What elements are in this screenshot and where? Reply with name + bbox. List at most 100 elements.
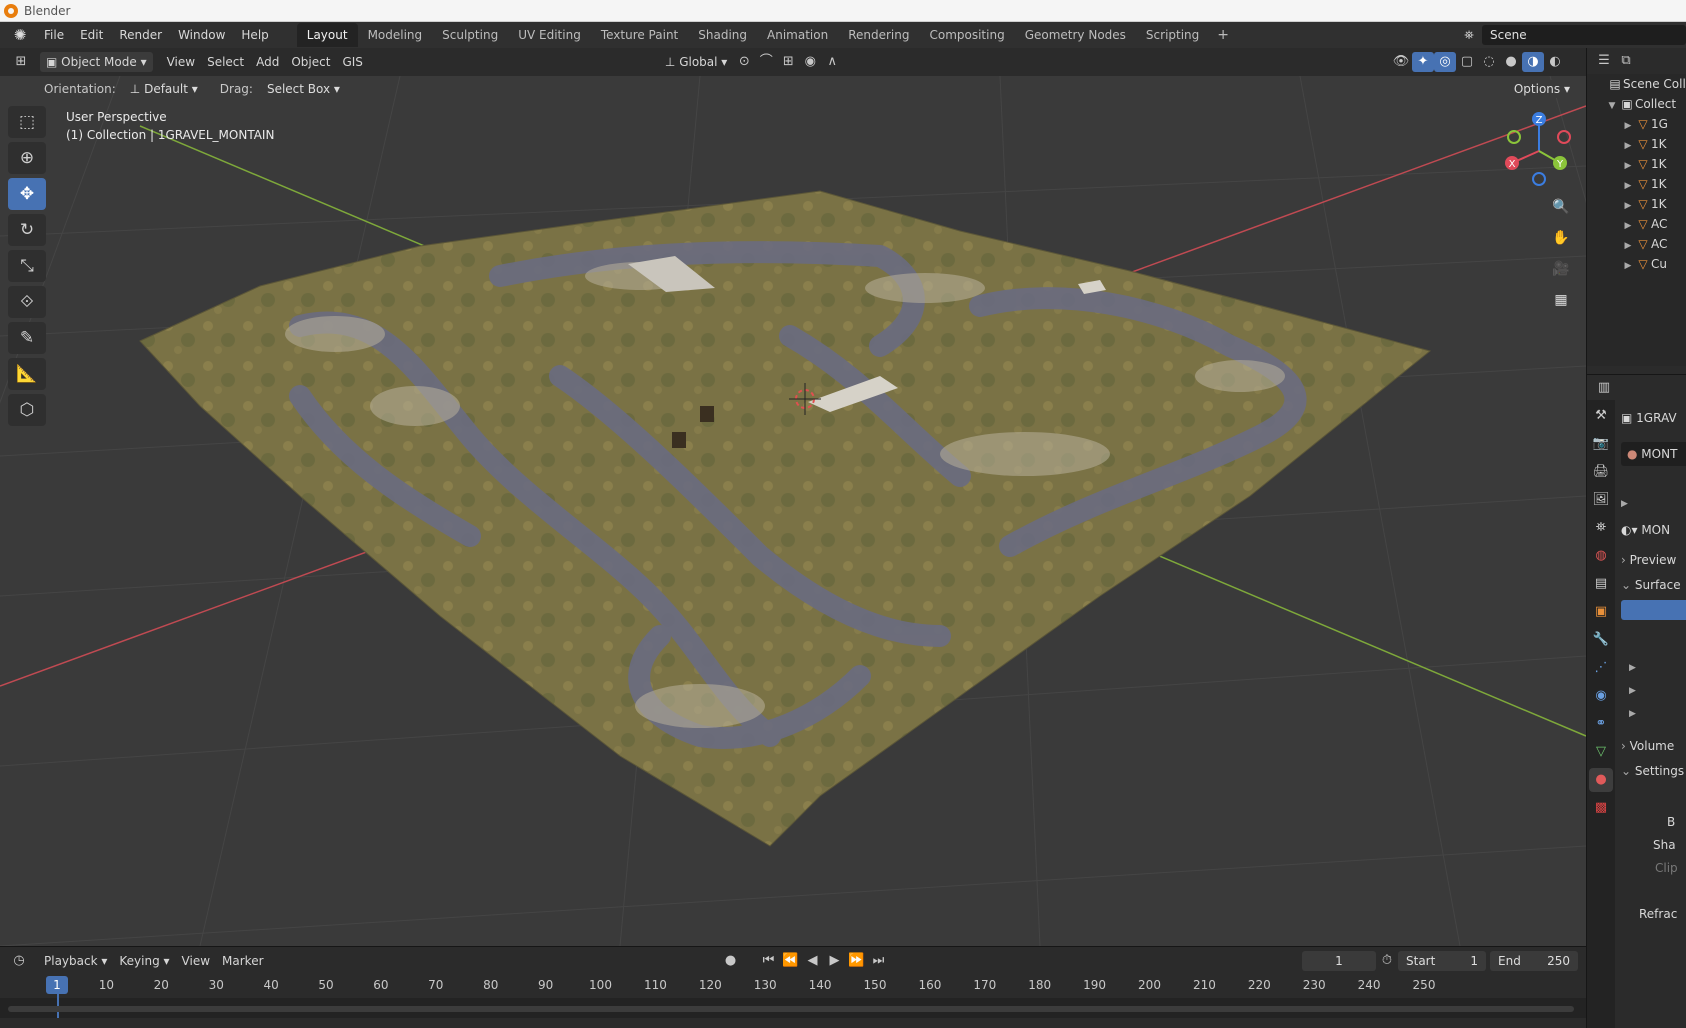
menu-file[interactable]: File xyxy=(36,24,72,46)
tab-compositing[interactable]: Compositing xyxy=(919,23,1014,47)
play-icon[interactable]: ▶ xyxy=(824,951,846,971)
panel-settings[interactable]: ⌄ Settings xyxy=(1621,759,1684,783)
cursor-tool-icon[interactable]: ⊕ xyxy=(8,142,46,174)
scene-tab-icon[interactable]: ⛯ xyxy=(1589,516,1613,540)
select-box-tool-icon[interactable]: ⬚ xyxy=(8,106,46,138)
material-shading-icon[interactable]: ◑ xyxy=(1522,52,1544,72)
frame-ruler[interactable]: 10 20 30 40 50 60 70 80 90 100 110 120 130 140 150 160 1… xyxy=(0,974,1586,998)
menu-gis[interactable]: GIS xyxy=(336,52,368,72)
rotate-tool-icon[interactable]: ↻ xyxy=(8,214,46,246)
snap-icon[interactable]: ⌒ xyxy=(755,52,777,72)
outliner-scene-collection[interactable]: ▤ Scene Coll xyxy=(1587,74,1686,94)
output-tab-icon[interactable]: 🖨 xyxy=(1589,460,1613,484)
slot-expand-icon[interactable]: ▶ xyxy=(1621,492,1628,516)
record-icon[interactable]: ● xyxy=(720,951,742,971)
timeline-editor-icon[interactable]: ◷ xyxy=(8,951,30,971)
physics-tab-icon[interactable]: ◉ xyxy=(1589,684,1613,708)
texture-tab-icon[interactable]: ▩ xyxy=(1589,796,1613,820)
scene-name-field[interactable]: Scene xyxy=(1482,25,1686,45)
pan-hand-icon[interactable]: ✋ xyxy=(1548,225,1574,251)
view-layer-tab-icon[interactable]: 🖼 xyxy=(1589,488,1613,512)
mode-dropdown[interactable]: ▣ Object Mode ▾ xyxy=(40,52,153,72)
expand-row-3-icon[interactable]: ▶ xyxy=(1629,702,1636,726)
falloff-icon[interactable]: ∧ xyxy=(821,52,843,72)
orientation-dropdown[interactable]: ⊥ Default ▾ xyxy=(121,80,206,98)
add-cube-tool-icon[interactable]: ⬡ xyxy=(8,394,46,426)
panel-preview[interactable]: › Preview xyxy=(1621,548,1676,572)
expand-icon[interactable]: ▶ xyxy=(1621,136,1635,156)
outliner-item[interactable]: ▶ ▽ 1K xyxy=(1587,174,1686,194)
gizmo-toggle-icon[interactable]: ✦ xyxy=(1412,52,1434,72)
tab-modeling[interactable]: Modeling xyxy=(358,23,433,47)
rendered-shading-icon[interactable]: ◐ xyxy=(1544,52,1566,72)
timeline[interactable]: 10 20 30 40 50 60 70 80 90 100 110 120 130 140 150 160 1… xyxy=(0,974,1586,1018)
menu-playback[interactable]: Playback ▾ xyxy=(38,951,113,971)
ortho-grid-icon[interactable]: ▦ xyxy=(1548,287,1574,313)
tab-texture-paint[interactable]: Texture Paint xyxy=(591,23,688,47)
outliner-item[interactable]: ▶ ▽ 1K xyxy=(1587,154,1686,174)
outliner-item[interactable]: ▶ ▽ 1K xyxy=(1587,194,1686,214)
expand-icon[interactable]: ▶ xyxy=(1621,196,1635,216)
properties-editor-icon[interactable]: ▥ xyxy=(1593,378,1615,398)
expand-icon[interactable]: ▶ xyxy=(1621,256,1635,276)
menu-object[interactable]: Object xyxy=(285,52,336,72)
stopwatch-icon[interactable]: ⏱ xyxy=(1376,951,1398,971)
options-dropdown[interactable]: Options ▾ xyxy=(1505,80,1578,98)
tab-animation[interactable]: Animation xyxy=(757,23,838,47)
xray-icon[interactable]: ▢ xyxy=(1456,52,1478,72)
material-slot-list[interactable]: ● MONT xyxy=(1621,442,1686,466)
outliner-item[interactable]: ▶ ▽ Cu xyxy=(1587,254,1686,274)
add-workspace-button[interactable]: + xyxy=(1209,27,1237,43)
modifier-tab-icon[interactable]: 🔧 xyxy=(1589,628,1613,652)
data-tab-icon[interactable]: ▽ xyxy=(1589,740,1613,764)
menu-timeline-view[interactable]: View xyxy=(176,951,216,971)
expand-row-1-icon[interactable]: ▶ xyxy=(1629,656,1636,680)
material-tab-icon[interactable]: ● xyxy=(1589,768,1613,792)
end-frame-field[interactable]: End 250 xyxy=(1490,950,1578,971)
zoom-icon[interactable]: 🔍 xyxy=(1548,194,1574,220)
expand-icon[interactable]: ▶ xyxy=(1621,216,1635,236)
jump-keyframe-forward-icon[interactable]: ⏩ xyxy=(846,951,868,971)
tab-uv-editing[interactable]: UV Editing xyxy=(508,23,591,47)
outliner-editor-icon[interactable]: ☰ xyxy=(1593,51,1615,71)
3d-viewport[interactable]: User Perspective (1) Collection | 1GRAVE… xyxy=(0,76,1586,946)
editor-type-icon[interactable]: ⊞ xyxy=(10,52,32,72)
outliner-item[interactable]: ▶ ▽ 1G xyxy=(1587,114,1686,134)
transform-orientation-dropdown[interactable]: ⊥ Global ▾ xyxy=(659,52,733,72)
snap-target-icon[interactable]: ⊞ xyxy=(777,52,799,72)
menu-edit[interactable]: Edit xyxy=(72,24,111,46)
tab-shading[interactable]: Shading xyxy=(688,23,757,47)
camera-view-icon[interactable]: 🎥 xyxy=(1548,256,1574,282)
outliner-collection[interactable]: ▼ ▣ Collect xyxy=(1587,94,1686,114)
render-tab-icon[interactable]: 📷 xyxy=(1589,432,1613,456)
tab-rendering[interactable]: Rendering xyxy=(838,23,919,47)
outliner-item[interactable]: ▶ ▽ AC xyxy=(1587,214,1686,234)
pivot-point-icon[interactable]: ⊙ xyxy=(733,52,755,72)
menu-add[interactable]: Add xyxy=(250,52,285,72)
proportional-edit-icon[interactable]: ◉ xyxy=(799,52,821,72)
transform-tool-icon[interactable]: ⟐ xyxy=(8,286,46,318)
start-frame-field[interactable]: Start 1 xyxy=(1398,950,1486,971)
menu-marker[interactable]: Marker xyxy=(216,951,269,971)
tab-geometry-nodes[interactable]: Geometry Nodes xyxy=(1015,23,1136,47)
display-mode-icon[interactable]: ⧉ xyxy=(1615,51,1637,71)
expand-row-2-icon[interactable]: ▶ xyxy=(1629,679,1636,703)
particles-tab-icon[interactable]: ⋰ xyxy=(1589,656,1613,680)
object-tab-icon[interactable]: ▣ xyxy=(1589,600,1613,624)
surface-shader-button[interactable] xyxy=(1621,600,1686,624)
menu-keying[interactable]: Keying ▾ xyxy=(113,951,175,971)
collection-tab-icon[interactable]: ▤ xyxy=(1589,572,1613,596)
timeline-scrollbar[interactable] xyxy=(8,1006,1574,1012)
tab-sculpting[interactable]: Sculpting xyxy=(432,23,508,47)
playhead-marker[interactable]: 1 xyxy=(46,976,68,994)
jump-start-icon[interactable]: ⏮ xyxy=(758,951,780,971)
move-tool-icon[interactable]: ✥ xyxy=(8,178,46,210)
scale-tool-icon[interactable]: ⤡ xyxy=(8,250,46,282)
tab-scripting[interactable]: Scripting xyxy=(1136,23,1209,47)
panel-volume[interactable]: › Volume xyxy=(1621,734,1674,758)
material-datablock[interactable]: ◐▾ MON xyxy=(1621,518,1670,542)
expand-icon[interactable]: ▶ xyxy=(1621,236,1635,256)
menu-help[interactable]: Help xyxy=(233,24,276,46)
navigation-gizmo[interactable]: Z X Y xyxy=(1494,111,1584,191)
tab-layout[interactable]: Layout xyxy=(296,23,358,47)
